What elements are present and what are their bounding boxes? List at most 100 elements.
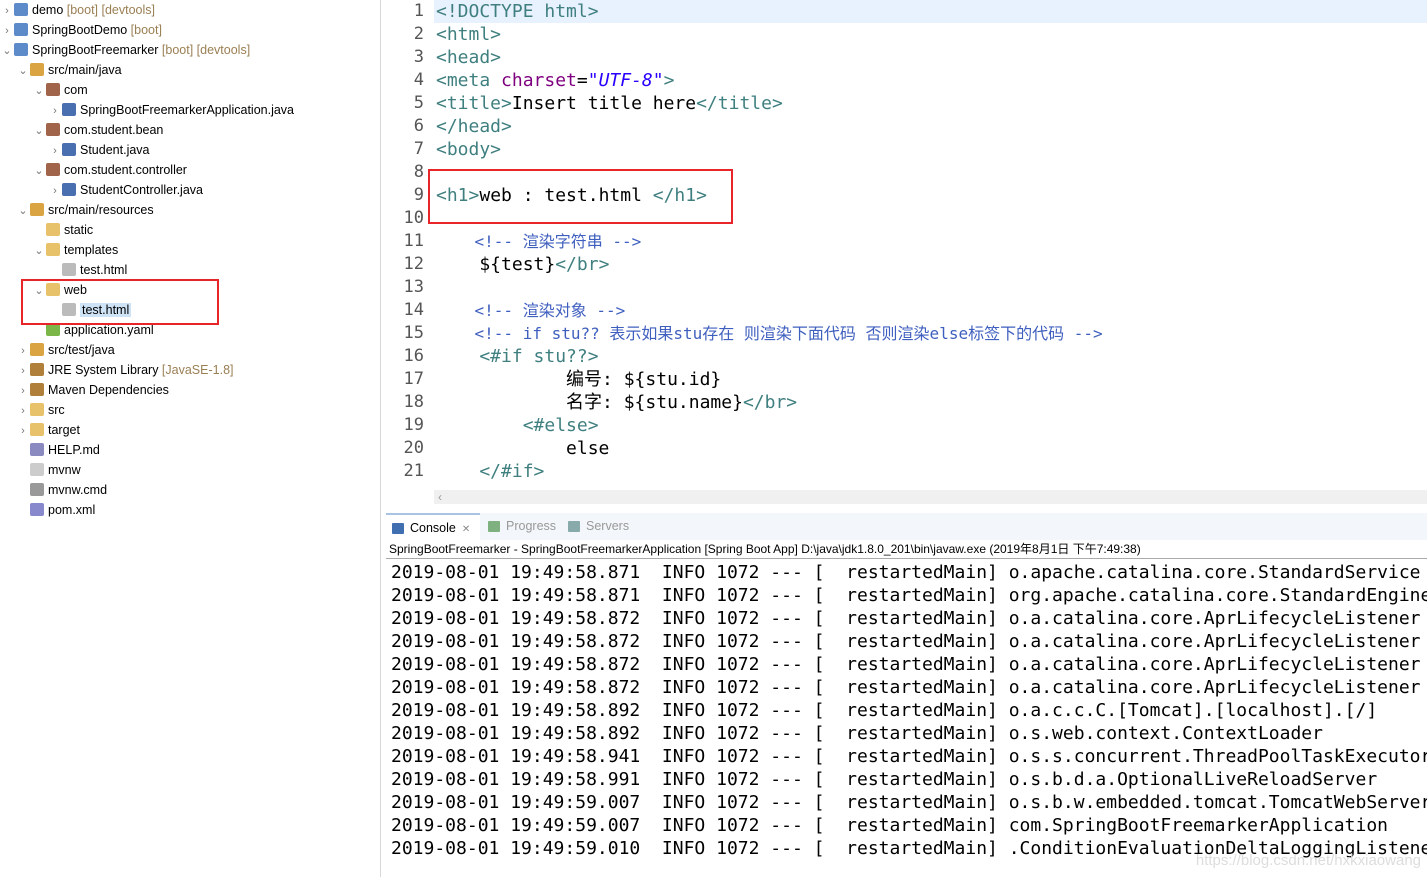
tree-item[interactable]: › src (16, 400, 65, 420)
tree-item[interactable]: ⌄ com.student.controller (32, 160, 187, 180)
chevron-right-icon[interactable]: › (16, 361, 30, 381)
code-line: 名字: ${stu.name}</br> (436, 391, 797, 414)
tree-item-decoration: [boot] [devtools] (63, 3, 156, 17)
chevron-right-icon[interactable]: › (48, 141, 62, 161)
console-tabs: Console ✕ Progress Servers (386, 513, 1427, 540)
chevron-right-icon[interactable]: › (48, 181, 62, 201)
tree-item-label: HELP.md (48, 443, 100, 457)
tree-item-label: com (64, 83, 88, 97)
tree-item[interactable]: mvnw (16, 460, 81, 480)
console-line: 2019-08-01 19:49:58.872 INFO 1072 --- [ … (391, 631, 1421, 652)
line-number: 7 (413, 139, 424, 159)
code-token: charset (501, 70, 577, 91)
code-token: else (436, 438, 610, 459)
tree-item-label: SpringBootFreemarker (32, 43, 159, 57)
chevron-right-icon[interactable]: › (16, 401, 30, 421)
tree-item[interactable]: › SpringBootFreemarkerApplication.java (48, 100, 294, 120)
console-line: 2019-08-01 19:49:58.871 INFO 1072 --- [ … (391, 562, 1421, 583)
chevron-down-icon[interactable]: ⌄ (16, 61, 30, 81)
line-number: 4 (413, 70, 424, 90)
tab-progress[interactable]: Progress (482, 513, 560, 540)
tree-item-label: SpringBootDemo (32, 23, 128, 37)
chevron-right-icon[interactable]: › (48, 101, 62, 121)
tree-item-decoration: [JavaSE-1.8] (158, 363, 234, 377)
chevron-right-icon[interactable]: › (16, 421, 30, 441)
progress-icon (488, 521, 500, 532)
chevron-right-icon[interactable]: › (16, 341, 30, 361)
chevron-down-icon[interactable]: ⌄ (16, 201, 30, 221)
tree-item[interactable]: › Maven Dependencies (16, 380, 169, 400)
tree-item[interactable]: test.html (48, 260, 127, 280)
code-line: <meta charset="UTF-8"> (436, 69, 674, 92)
chevron-down-icon[interactable]: ⌄ (32, 241, 46, 261)
tab-label: Console (410, 521, 456, 535)
tab-servers[interactable]: Servers (562, 513, 642, 540)
chevron-right-icon[interactable]: › (16, 381, 30, 401)
code-editor[interactable]: 1 <!DOCTYPE html> 2 <html> 3 <head> 4 <meta cha… (386, 0, 1427, 505)
tree-item-label: templates (64, 243, 119, 257)
tree-item[interactable]: › StudentController.java (48, 180, 203, 200)
project-explorer: › demo [boot] [devtools] › SpringBootDemo [… (0, 0, 381, 877)
console-process-title: SpringBootFreemarker - SpringBootFreemar… (389, 542, 1141, 556)
code-token: <body> (436, 139, 502, 160)
project-icon (14, 43, 28, 56)
chevron-right-icon[interactable]: › (0, 1, 14, 21)
project-icon (14, 3, 28, 16)
tree-item-label: Student.java (80, 143, 150, 157)
tree-item[interactable]: › Student.java (48, 140, 150, 160)
servers-icon (568, 521, 580, 532)
tree-item[interactable]: › JRE System Library [JavaSE-1.8] (16, 360, 234, 380)
tree-item[interactable]: ⌄ src/main/resources (16, 200, 154, 220)
code-line: <#if stu??> (436, 345, 598, 368)
tree-item[interactable]: › SpringBootDemo [boot] (0, 20, 162, 40)
tree-item[interactable]: › target (16, 420, 80, 440)
tree-item[interactable]: ⌄ com (32, 80, 88, 100)
folder-icon (30, 403, 44, 416)
file-icon (30, 463, 44, 476)
tree-item[interactable]: HELP.md (16, 440, 100, 460)
console-line: 2019-08-01 19:49:59.007 INFO 1072 --- [ … (391, 815, 1388, 836)
chevron-right-icon[interactable]: › (0, 21, 14, 41)
tree-item[interactable]: pom.xml (16, 500, 95, 520)
code-line: ${test}</br> (436, 253, 609, 276)
tree-item-label: mvnw (48, 463, 81, 477)
md-file-icon (30, 443, 44, 456)
tree-item[interactable]: › demo [boot] [devtools] (0, 0, 155, 20)
code-token: <!-- 渲染对象 --> (436, 301, 626, 320)
console-line: 2019-08-01 19:49:58.871 INFO 1072 --- [ … (391, 585, 1427, 606)
chevron-down-icon[interactable]: ⌄ (32, 81, 46, 101)
tree-item-label: application.yaml (64, 323, 154, 337)
line-number: 12 (403, 254, 424, 274)
tree-item[interactable]: ⌄ com.student.bean (32, 120, 163, 140)
console-line: 2019-08-01 19:49:58.991 INFO 1072 --- [ … (391, 769, 1378, 790)
tab-console[interactable]: Console ✕ (386, 513, 480, 540)
tree-item[interactable]: static (32, 220, 93, 240)
tree-item[interactable]: ⌄ templates (32, 240, 118, 260)
line-number: 19 (403, 415, 424, 435)
line-number: 18 (403, 392, 424, 412)
package-icon (46, 163, 60, 176)
tree-item[interactable]: ⌄ src/main/java (16, 60, 122, 80)
code-token: "UTF-8" (587, 70, 664, 91)
code-token: </br> (555, 254, 610, 275)
code-token: = (576, 70, 588, 91)
code-line: else (436, 437, 609, 460)
library-icon (30, 383, 44, 396)
code-token: <#else> (436, 415, 599, 436)
horizontal-scrollbar[interactable]: ‹ (434, 490, 1427, 504)
console-line: 2019-08-01 19:49:58.872 INFO 1072 --- [ … (391, 677, 1421, 698)
tree-item-label: mvnw.cmd (48, 483, 108, 497)
tree-item[interactable]: › src/test/java (16, 340, 115, 360)
code-line: <html> (436, 23, 501, 46)
line-number: 10 (403, 208, 424, 228)
chevron-down-icon[interactable]: ⌄ (32, 161, 46, 181)
chevron-down-icon[interactable]: ⌄ (0, 41, 14, 61)
close-icon[interactable]: ✕ (462, 524, 470, 535)
code-token: 名字: ${stu.name} (436, 392, 743, 413)
source-folder-icon (30, 343, 44, 356)
code-token: </#if> (436, 461, 545, 482)
tree-item[interactable]: ⌄ SpringBootFreemarker [boot] [devtools] (0, 40, 250, 60)
code-line: <body> (436, 138, 501, 161)
chevron-down-icon[interactable]: ⌄ (32, 121, 46, 141)
tree-item[interactable]: mvnw.cmd (16, 480, 107, 500)
